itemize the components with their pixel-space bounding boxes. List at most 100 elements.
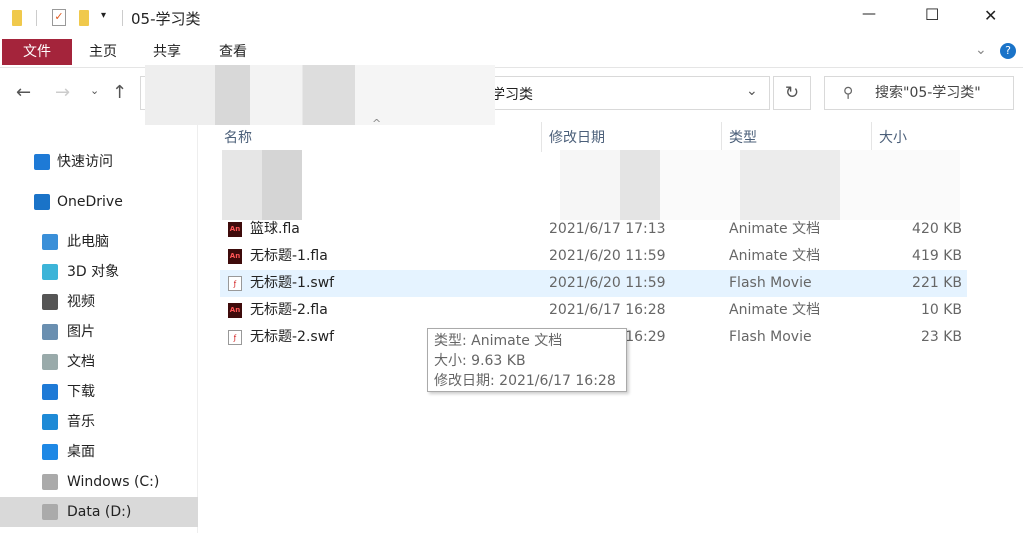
- navigation-pane: 快速访问 OneDrive 此电脑 3D 对象视频图片文档下载音乐桌面 Windows …: [0, 120, 198, 533]
- folder-icon: [12, 10, 22, 26]
- sidebar-item-label: Data (D:): [67, 504, 132, 520]
- sidebar-item-label: 音乐: [67, 414, 95, 430]
- file-name: 无标题-2.fla: [250, 302, 328, 318]
- sidebar-item-label: 此电脑: [67, 234, 109, 250]
- column-type[interactable]: 类型: [729, 126, 757, 150]
- file-row[interactable]: An 无标题-1.fla 2021/6/20 11:59 Animate 文档 419 …: [220, 243, 967, 270]
- sidebar-item[interactable]: 此电脑: [0, 227, 198, 257]
- sort-ascending-icon: ^: [372, 117, 382, 130]
- sidebar-item[interactable]: 快速访问: [0, 147, 198, 177]
- document-icon: [42, 354, 58, 370]
- sidebar-item-label: 下载: [67, 384, 95, 400]
- file-size: 419 KB: [912, 248, 962, 264]
- desktop-icon: [42, 444, 58, 460]
- sidebar-item[interactable]: 图片: [0, 317, 198, 347]
- sidebar-item-label: OneDrive: [57, 194, 123, 210]
- file-size: 221 KB: [912, 275, 962, 291]
- refresh-button[interactable]: ↻: [773, 76, 811, 110]
- back-button[interactable]: ←: [16, 82, 31, 103]
- sidebar-item[interactable]: OneDrive: [0, 187, 198, 217]
- sidebar-item-label: 视频: [67, 294, 95, 310]
- tab-home[interactable]: 主页: [73, 39, 133, 65]
- file-date: 2021/6/17 16:28: [549, 302, 666, 318]
- column-size[interactable]: 大小: [879, 126, 907, 150]
- star-icon: [34, 154, 50, 170]
- file-date: 2021/6/20 11:59: [549, 248, 666, 264]
- sidebar-item[interactable]: 下载: [0, 377, 198, 407]
- tooltip-size: 大小: 9.63 KB: [434, 353, 526, 369]
- file-name: 无标题-1.fla: [250, 248, 328, 264]
- title-bar: ✓ ▾ 05-学习类 — ☐ ✕: [0, 0, 1023, 36]
- sidebar-item[interactable]: 视频: [0, 287, 198, 317]
- address-path: 学习类: [491, 87, 533, 103]
- flash-file-icon: ƒ: [228, 330, 242, 345]
- tooltip-type: 类型: Animate 文档: [434, 333, 563, 349]
- tab-view[interactable]: 查看: [203, 39, 263, 65]
- sidebar-item[interactable]: 音乐: [0, 407, 198, 437]
- file-date: 2021/6/20 11:59: [549, 275, 666, 291]
- sidebar-item-partial[interactable]: [0, 521, 198, 533]
- sidebar-item-label: 文档: [67, 354, 95, 370]
- picture-icon: [42, 324, 58, 340]
- file-type: Animate 文档: [729, 302, 821, 318]
- file-row[interactable]: ƒ 无标题-1.swf 2021/6/20 11:59 Flash Movie 221 …: [220, 270, 967, 297]
- minimize-button[interactable]: —: [862, 6, 876, 22]
- file-size: 23 KB: [920, 329, 962, 345]
- file-size: 420 KB: [912, 221, 962, 237]
- customize-dropdown-icon[interactable]: ▾: [101, 10, 106, 21]
- expand-ribbon-icon[interactable]: ⌄: [975, 42, 987, 58]
- sidebar-item[interactable]: 3D 对象: [0, 257, 198, 287]
- file-name: 篮球.fla: [250, 221, 300, 237]
- download-icon: [42, 384, 58, 400]
- sidebar-item[interactable]: Windows (C:): [0, 467, 198, 497]
- sidebar-item[interactable]: 桌面: [0, 437, 198, 467]
- file-size: 10 KB: [920, 302, 962, 318]
- divider: [122, 10, 123, 26]
- cloud-icon: [34, 194, 50, 210]
- drive-icon: [42, 504, 58, 520]
- file-type: Flash Movie: [729, 275, 812, 291]
- file-tooltip: 类型: Animate 文档 大小: 9.63 KB 修改日期: 2021/6/…: [427, 328, 627, 392]
- window-title: 05-学习类: [131, 10, 201, 28]
- column-date[interactable]: 修改日期: [549, 126, 605, 150]
- column-divider[interactable]: [721, 122, 722, 152]
- ribbon: 文件 主页 共享 查看 ⌄ ?: [0, 36, 1023, 68]
- tooltip-modified: 修改日期: 2021/6/17 16:28: [434, 373, 616, 389]
- column-divider[interactable]: [541, 122, 542, 152]
- search-icon: ⚲: [843, 85, 854, 101]
- maximize-button[interactable]: ☐: [925, 5, 939, 24]
- up-button[interactable]: ↑: [112, 82, 127, 103]
- properties-icon[interactable]: ✓: [52, 9, 66, 26]
- file-row[interactable]: An 无标题-2.fla 2021/6/17 16:28 Animate 文档 10 K…: [220, 297, 967, 324]
- video-icon: [42, 294, 58, 310]
- column-name[interactable]: 名称: [224, 126, 252, 150]
- new-folder-icon[interactable]: [79, 10, 89, 26]
- file-row[interactable]: An 篮球.fla 2021/6/17 17:13 Animate 文档 420 KB: [220, 216, 967, 243]
- file-type: Animate 文档: [729, 248, 821, 264]
- sidebar-item-label: 桌面: [67, 444, 95, 460]
- address-dropdown-icon[interactable]: ⌄: [746, 83, 758, 99]
- sidebar-item[interactable]: 文档: [0, 347, 198, 377]
- animate-file-icon: An: [228, 303, 242, 318]
- blurred-row: [560, 150, 960, 220]
- sidebar-item-label: 3D 对象: [67, 264, 120, 280]
- search-input[interactable]: ⚲ 搜索"05-学习类": [824, 76, 1014, 110]
- blurred-row: [222, 150, 302, 220]
- sidebar-item-label: 快速访问: [57, 154, 113, 170]
- column-divider[interactable]: [871, 122, 872, 152]
- tab-share[interactable]: 共享: [137, 39, 197, 65]
- file-name: 无标题-1.swf: [250, 275, 335, 291]
- recent-locations-icon[interactable]: ⌄: [90, 84, 99, 97]
- tab-file[interactable]: 文件: [2, 39, 72, 65]
- flash-file-icon: ƒ: [228, 276, 242, 291]
- drive-icon: [42, 474, 58, 490]
- file-name: 无标题-2.swf: [250, 329, 335, 345]
- sidebar-item-label: Windows (C:): [67, 474, 160, 490]
- divider: [36, 10, 37, 26]
- forward-button[interactable]: →: [55, 82, 70, 103]
- animate-file-icon: An: [228, 249, 242, 264]
- animate-file-icon: An: [228, 222, 242, 237]
- close-button[interactable]: ✕: [984, 6, 997, 25]
- help-icon[interactable]: ?: [1000, 43, 1016, 59]
- blurred-region: [145, 65, 495, 125]
